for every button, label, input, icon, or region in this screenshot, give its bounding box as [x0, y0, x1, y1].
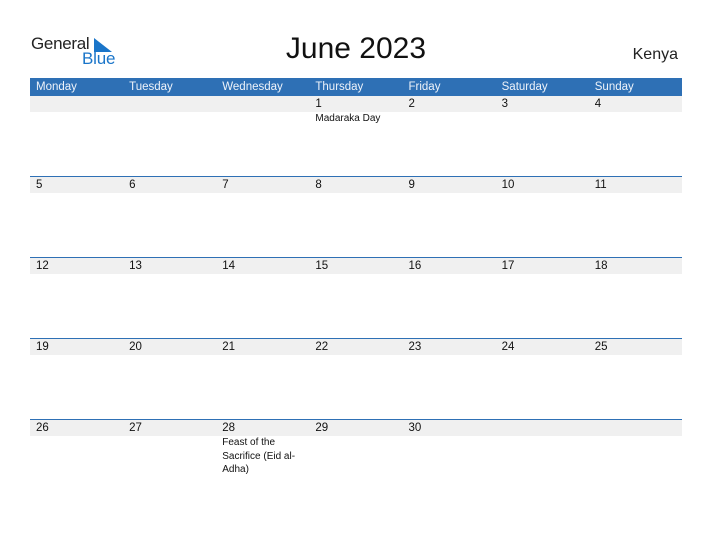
- day-number: 28: [222, 422, 236, 434]
- day-cell: 29: [309, 420, 402, 477]
- day-number: 18: [594, 260, 608, 272]
- day-number: 12: [36, 260, 49, 272]
- day-cell: 25: [589, 339, 682, 355]
- weekday-friday: Friday: [408, 81, 441, 93]
- day-cell: 11: [589, 177, 682, 193]
- calendar-title: June 2023: [285, 32, 427, 65]
- day-cells: 26 27 28 Feast of the Sacrifice (Eid al-Adh…: [30, 420, 682, 477]
- day-number: 6: [129, 179, 136, 191]
- day-cell: 16: [403, 258, 496, 274]
- day-number: 22: [315, 341, 329, 353]
- day-number: 26: [36, 422, 49, 434]
- day-cells: 19 20 21 22 23 24 25: [30, 339, 682, 355]
- day-number: 24: [501, 341, 515, 353]
- day-cell: 24: [496, 339, 589, 355]
- day-cell: 8: [309, 177, 402, 193]
- day-number: [129, 96, 216, 112]
- day-number: 8: [315, 179, 322, 191]
- day-number: 23: [408, 341, 422, 353]
- week-row: 12 13 14 15 16 17 18: [30, 257, 682, 339]
- day-number: 7: [222, 179, 229, 191]
- day-cell: 12: [30, 258, 123, 274]
- day-cell: 20: [123, 339, 216, 355]
- weekday-tuesday: Tuesday: [129, 81, 173, 93]
- day-cell: 1 Madaraka Day: [309, 96, 402, 126]
- week-row: 5 6 7 8 9 10 11: [30, 176, 682, 258]
- day-cell: 21: [216, 339, 309, 355]
- day-cell: 13: [123, 258, 216, 274]
- day-cell: [30, 96, 123, 126]
- day-cell: 22: [309, 339, 402, 355]
- day-number: 30: [408, 422, 422, 434]
- country-label: Kenya: [632, 46, 678, 63]
- weekday-sunday: Sunday: [594, 81, 634, 93]
- calendar-grid: Monday Tuesday Wednesday Thursday Friday…: [30, 78, 682, 501]
- day-cell: 28 Feast of the Sacrifice (Eid al-Adha): [216, 420, 309, 477]
- day-cell: 9: [403, 177, 496, 193]
- day-cell: [589, 420, 682, 477]
- day-number: 1: [315, 98, 322, 110]
- day-number: 19: [36, 341, 49, 353]
- day-cells: 1 Madaraka Day 2 3 4: [30, 96, 682, 126]
- day-number: 29: [315, 422, 329, 434]
- day-cell: 19: [30, 339, 123, 355]
- weekday-wednesday: Wednesday: [222, 81, 283, 93]
- day-cells: 5 6 7 8 9 10 11: [30, 177, 682, 193]
- day-number: 5: [36, 179, 43, 191]
- day-number: 11: [594, 179, 607, 191]
- weekday-thursday: Thursday: [315, 81, 364, 93]
- day-number: 20: [129, 341, 142, 353]
- day-number: 15: [315, 260, 329, 272]
- day-cell: 3: [496, 96, 589, 126]
- day-cell: 17: [496, 258, 589, 274]
- day-cell: [123, 96, 216, 126]
- day-number: 4: [594, 98, 602, 110]
- day-cell: 4: [589, 96, 682, 126]
- day-cell: 5: [30, 177, 123, 193]
- day-number: 10: [501, 179, 515, 191]
- day-number: 2: [408, 98, 415, 110]
- day-cell: 10: [496, 177, 589, 193]
- day-number: 25: [594, 341, 608, 353]
- day-cell: 7: [216, 177, 309, 193]
- weekday-saturday: Saturday: [501, 81, 548, 93]
- day-number: 3: [501, 98, 509, 110]
- day-number: 27: [129, 422, 142, 434]
- day-number: 9: [408, 179, 415, 191]
- day-number: [222, 96, 309, 112]
- day-cells: 12 13 14 15 16 17 18: [30, 258, 682, 274]
- day-number: 21: [222, 341, 236, 353]
- day-cell: 30: [403, 420, 496, 477]
- day-cell: 18: [589, 258, 682, 274]
- weekday-monday: Monday: [36, 81, 77, 93]
- holiday-event: Feast of the Sacrifice (Eid al-Adha): [222, 437, 296, 475]
- day-cell: [216, 96, 309, 126]
- week-row: 19 20 21 22 23 24 25: [30, 338, 682, 420]
- day-number: 17: [501, 260, 515, 272]
- weeks-container: 1 Madaraka Day 2 3 4 5 6 7 8 9 10 11 12 13 14 15 16 17 18 1…: [30, 96, 682, 501]
- day-cell: 23: [403, 339, 496, 355]
- week-row: 1 Madaraka Day 2 3 4: [30, 96, 682, 177]
- holiday-event: Madaraka Day: [315, 113, 381, 124]
- day-number: [595, 420, 682, 436]
- day-cell: 2: [403, 96, 496, 126]
- weekday-header: Monday Tuesday Wednesday Thursday Friday…: [30, 78, 682, 96]
- day-cell: 14: [216, 258, 309, 274]
- day-cell: 6: [123, 177, 216, 193]
- day-cell: 15: [309, 258, 402, 274]
- day-number: [36, 96, 123, 112]
- day-cell: [496, 420, 589, 477]
- day-number: [502, 420, 589, 436]
- day-cell: 27: [123, 420, 216, 477]
- week-row: 26 27 28 Feast of the Sacrifice (Eid al-Adh…: [30, 419, 682, 501]
- day-number: 14: [222, 260, 236, 272]
- day-cell: 26: [30, 420, 123, 477]
- day-number: 16: [408, 260, 422, 272]
- day-number: 13: [129, 260, 142, 272]
